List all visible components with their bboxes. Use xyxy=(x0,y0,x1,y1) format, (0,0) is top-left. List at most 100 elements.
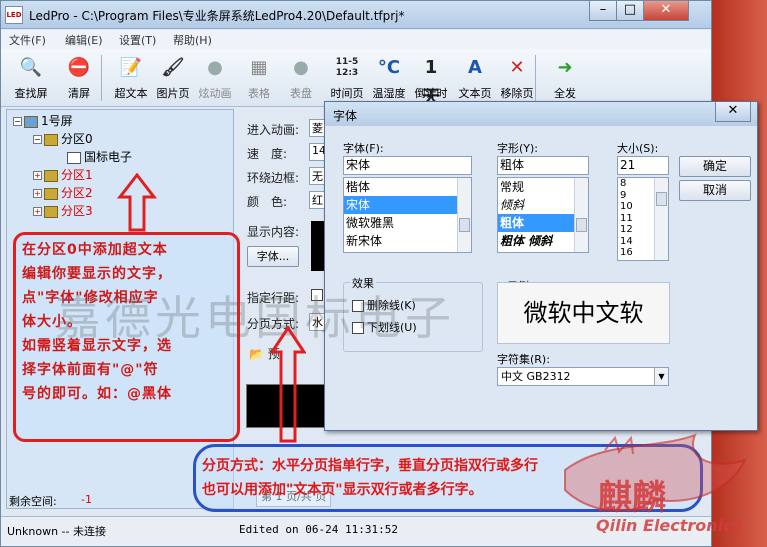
toolbar-button-hypertext[interactable]: 📝 超文本 xyxy=(109,51,153,105)
speed-label: 速 度: xyxy=(247,147,288,161)
size-input[interactable]: 21 xyxy=(617,156,669,175)
stop-icon: ⛔ xyxy=(67,57,91,78)
font-label: 字体(F): xyxy=(343,142,384,155)
charset-label: 字符集(R): xyxy=(497,353,550,366)
display-label: 显示内容: xyxy=(247,225,300,239)
note-line: 编辑你要显示的文字， xyxy=(22,266,172,282)
dialog-close-button[interactable]: ✕ xyxy=(715,102,751,122)
picture-icon: 🖌 xyxy=(161,57,185,78)
toolbar-button-clock-dial[interactable]: ● 表盘 xyxy=(279,51,323,105)
toolbar-label: 表格 xyxy=(248,87,270,100)
style-label: 字形(Y): xyxy=(497,142,539,155)
zone-icon xyxy=(44,205,58,218)
note-line: 在分区0中添加超文本 xyxy=(22,242,168,258)
animation-icon: ● xyxy=(207,57,223,78)
ok-button[interactable]: 确定 xyxy=(679,156,751,177)
edited-time: Edited on 06-24 11:31:52 xyxy=(239,523,398,536)
toolbar-button-time[interactable]: 11-5 12:3 时间页 xyxy=(325,51,369,105)
menu-help[interactable]: 帮助(H) xyxy=(173,32,212,48)
font-option[interactable]: 微软雅黑 xyxy=(344,214,471,232)
toolbar-button-text[interactable]: A 文本页 xyxy=(453,51,497,105)
sample-preview: 微软中文软 xyxy=(497,282,670,344)
note-line: 也可以用添加"文本页"显示双行或者多行字。 xyxy=(202,482,483,498)
remove-icon: ✕ xyxy=(509,57,525,78)
toolbar-separator xyxy=(101,55,102,101)
toolbar-label: 图片页 xyxy=(156,87,190,100)
font-button[interactable]: 字体... xyxy=(247,246,299,267)
size-label: 大小(S): xyxy=(617,142,659,155)
toolbar-label: 表盘 xyxy=(290,87,312,100)
document-icon xyxy=(67,151,81,164)
cancel-button[interactable]: 取消 xyxy=(679,180,751,201)
annotation-arrow-up-2 xyxy=(270,326,306,443)
text-icon: A xyxy=(468,57,482,78)
hypertext-icon: 📝 xyxy=(119,57,143,78)
toolbar-button-temperature[interactable]: °C 温湿度 xyxy=(367,51,411,105)
menu-file[interactable]: 文件(F) xyxy=(9,32,46,48)
toolbar-label: 炫动画 xyxy=(198,87,232,100)
menu-edit[interactable]: 编辑(E) xyxy=(65,32,103,48)
countdown-icon: 1天 xyxy=(422,57,440,108)
note-line: 择字体前面有"@"符 xyxy=(22,362,159,378)
toolbar-label: 文本页 xyxy=(458,87,492,100)
toolbar: 🔍 查找屏 ⛔ 清屏 📝 超文本 🖌 图片页 ● 炫动画 ▦ 表格 ● 表盘 11-5 12:3 时间页 °C 温… xyxy=(1,49,711,108)
temperature-icon: °C xyxy=(377,57,401,78)
toolbar-separator xyxy=(535,55,536,101)
size-list[interactable]: 8 9 10 11 12 14 16 xyxy=(617,177,669,261)
tree-node-zone0[interactable]: − 分区0 xyxy=(33,130,93,147)
style-input[interactable]: 粗体 xyxy=(497,156,589,175)
style-list[interactable]: 常规 倾斜 粗体 粗体 倾斜 xyxy=(497,177,589,253)
menu-settings[interactable]: 设置(T) xyxy=(119,32,156,48)
toolbar-label: 超文本 xyxy=(114,87,148,100)
font-list[interactable]: 楷体 宋体 微软雅黑 新宋体 xyxy=(343,177,472,253)
toolbar-label: 时间页 xyxy=(330,87,364,100)
tree-node-zone3[interactable]: + 分区3 xyxy=(33,202,93,219)
minimize-button[interactable]: – xyxy=(589,1,617,21)
title-bar: LED LedPro - C:\Program Files\专业条屏系统LedP… xyxy=(1,1,711,29)
maximize-button[interactable]: □ xyxy=(616,1,644,21)
font-input[interactable]: 宋体 xyxy=(343,156,472,175)
toolbar-label: 温湿度 xyxy=(372,87,406,100)
folder-icon: 📂 xyxy=(249,347,264,361)
time-icon: 11-5 12:3 xyxy=(335,57,359,78)
toolbar-button-table[interactable]: ▦ 表格 xyxy=(237,51,281,105)
tree-node-zone1[interactable]: + 分区1 xyxy=(33,166,93,183)
color-label: 颜 色: xyxy=(247,195,288,209)
dialog-title-bar: 字体 ✕ xyxy=(325,102,757,126)
toolbar-button-stop[interactable]: ⛔ 清屏 xyxy=(57,51,101,105)
font-option[interactable]: 楷体 xyxy=(344,178,471,196)
note-line: 号的即可。如：@黑体 xyxy=(22,386,172,402)
tree-node-guobiao[interactable]: 国标电子 xyxy=(67,148,132,165)
magnifier-icon: 🔍 xyxy=(19,57,43,78)
toolbar-button-animation[interactable]: ● 炫动画 xyxy=(193,51,237,105)
toolbar-button-magnifier[interactable]: 🔍 查找屏 xyxy=(9,51,53,105)
annotation-arrow-up xyxy=(117,173,157,232)
toolbar-label: 全发 xyxy=(554,87,576,100)
clock-dial-icon: ● xyxy=(293,57,309,78)
zone-icon xyxy=(44,187,58,200)
font-option-selected[interactable]: 宋体 xyxy=(344,196,471,214)
app-icon: LED xyxy=(5,6,23,24)
menu-bar: 文件(F) 编辑(E) 设置(T) 帮助(H) xyxy=(1,30,711,49)
connection-status: Unknown -- 未连接 xyxy=(7,525,106,538)
size-list-scrollbar[interactable] xyxy=(654,178,668,260)
border-label: 环绕边框: xyxy=(247,171,300,185)
toolbar-button-picture[interactable]: 🖌 图片页 xyxy=(151,51,195,105)
tree-node-screen1[interactable]: −1号屏 xyxy=(13,112,73,129)
toolbar-button-send-all[interactable]: ➜ 全发 xyxy=(543,51,587,105)
zone-icon xyxy=(44,169,58,182)
logo-chinese: 麒麟 xyxy=(598,478,666,518)
style-list-scrollbar[interactable] xyxy=(574,178,588,252)
font-list-scrollbar[interactable] xyxy=(457,178,471,252)
toolbar-button-remove[interactable]: ✕ 移除页 xyxy=(495,51,539,105)
close-button[interactable]: ✕ xyxy=(643,1,689,21)
note-line: 分页方式：水平分页指单行字，垂直分页指双行或多行 xyxy=(202,458,538,474)
window-title: LedPro - C:\Program Files\专业条屏系统LedPro4.… xyxy=(29,9,405,23)
tree-node-zone2[interactable]: + 分区2 xyxy=(33,184,93,201)
send-all-icon: ➜ xyxy=(557,57,573,78)
font-option[interactable]: 新宋体 xyxy=(344,232,471,250)
toolbar-button-countdown[interactable]: 1天 倒计时 xyxy=(409,51,453,108)
table-icon: ▦ xyxy=(250,57,268,78)
logo-english: Qilin Electronics xyxy=(596,516,743,535)
charset-select[interactable]: 中文 GB2312 ▼ xyxy=(497,367,669,386)
